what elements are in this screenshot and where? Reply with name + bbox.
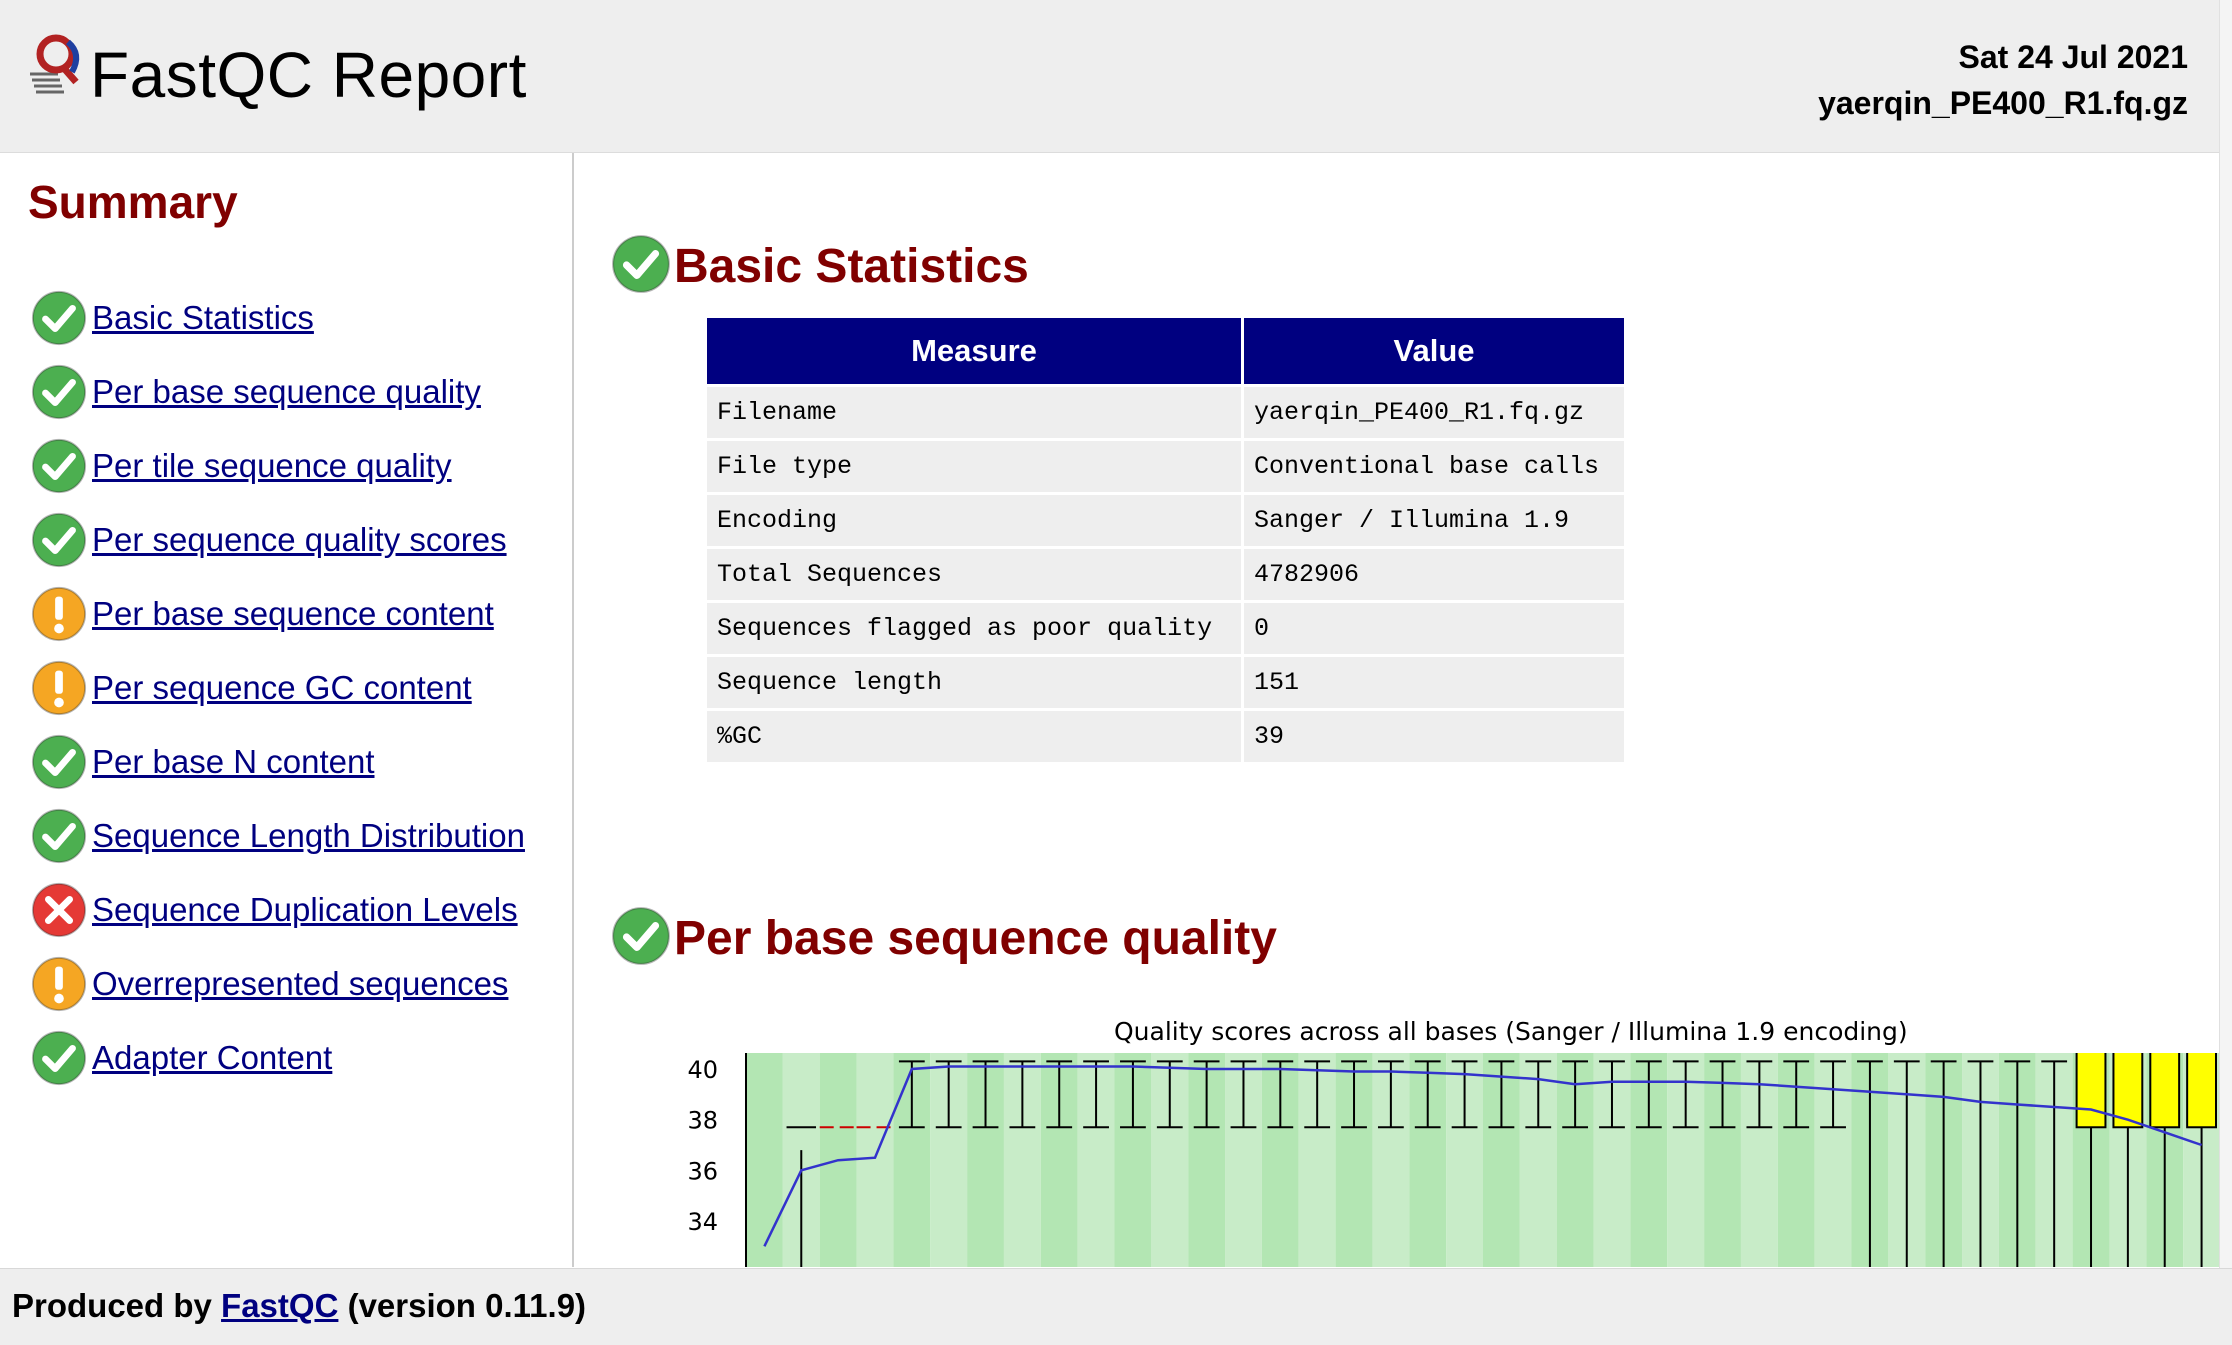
warn-icon — [30, 955, 88, 1013]
quality-box — [2149, 1053, 2181, 1129]
table-row: Sequence length 151 — [707, 657, 1624, 708]
warn-icon — [30, 659, 88, 717]
summary-item[interactable]: Adapter Content — [30, 1021, 525, 1095]
summary-item[interactable]: Sequence Duplication Levels — [30, 873, 525, 947]
y-tick-label: 36 — [687, 1157, 718, 1185]
quality-chart: 40 38 36 34 — [687, 1053, 2220, 1267]
summary-item[interactable]: Basic Statistics — [30, 281, 525, 355]
table-body: Filename yaerqin_PE400_R1.fq.gz File type C… — [707, 387, 1624, 762]
pass-icon — [610, 905, 672, 967]
pass-icon — [30, 437, 88, 495]
cell-measure: Filename — [707, 387, 1241, 438]
y-tick-label: 40 — [687, 1056, 718, 1084]
summary-link[interactable]: Per tile sequence quality — [92, 447, 452, 485]
summary-link[interactable]: Basic Statistics — [92, 299, 314, 337]
quality-zone-stripe — [746, 1053, 783, 1267]
pass-icon — [30, 289, 88, 347]
quality-box — [2186, 1053, 2218, 1129]
table-row: File type Conventional base calls — [707, 441, 1624, 492]
chart-title: Quality scores across all bases (Sanger … — [1114, 1017, 1908, 1046]
summary-item[interactable]: Sequence Length Distribution — [30, 799, 525, 873]
pass-icon — [30, 363, 88, 421]
summary-link[interactable]: Per base sequence quality — [92, 373, 481, 411]
footer-suffix: (version 0.11.9) — [338, 1287, 587, 1324]
summary-item[interactable]: Per base N content — [30, 725, 525, 799]
column-header-value: Value — [1244, 318, 1624, 384]
quality-box — [2075, 1053, 2107, 1129]
per-base-quality-heading: Per base sequence quality — [610, 905, 1277, 967]
summary-item[interactable]: Per sequence quality scores — [30, 503, 525, 577]
cell-measure: %GC — [707, 711, 1241, 762]
fastqc-logo-icon — [30, 34, 80, 94]
summary-link[interactable]: Per sequence quality scores — [92, 521, 507, 559]
report-meta: Sat 24 Jul 2021 yaerqin_PE400_R1.fq.gz — [1818, 34, 2188, 126]
cell-value: 39 — [1244, 711, 1624, 762]
warn-icon — [30, 585, 88, 643]
report-title: FastQC Report — [90, 39, 527, 111]
summary-link[interactable]: Sequence Duplication Levels — [92, 891, 518, 929]
table-header-row: Measure Value — [707, 318, 1624, 384]
summary-link[interactable]: Per sequence GC content — [92, 669, 472, 707]
summary-link[interactable]: Overrepresented sequences — [92, 965, 508, 1003]
table-row: Total Sequences 4782906 — [707, 549, 1624, 600]
summary-list: Basic Statistics Per base sequence qualit… — [30, 281, 525, 1095]
cell-value: Conventional base calls — [1244, 441, 1624, 492]
summary-item[interactable]: Per sequence GC content — [30, 651, 525, 725]
summary-item[interactable]: Overrepresented sequences — [30, 947, 525, 1021]
pass-icon — [30, 733, 88, 791]
cell-measure: File type — [707, 441, 1241, 492]
summary-title: Summary — [28, 176, 238, 228]
summary-sidebar: Summary Basic Statistics Per base sequenc… — [0, 153, 574, 1267]
summary-link[interactable]: Adapter Content — [92, 1039, 332, 1077]
cell-value: yaerqin_PE400_R1.fq.gz — [1244, 387, 1624, 438]
cell-value: 151 — [1244, 657, 1624, 708]
y-tick-label: 38 — [687, 1107, 718, 1135]
cell-value: 4782906 — [1244, 549, 1624, 600]
cell-value: Sanger / Illumina 1.9 — [1244, 495, 1624, 546]
report-filename: yaerqin_PE400_R1.fq.gz — [1818, 85, 2188, 121]
section-title: Per base sequence quality — [674, 912, 1277, 965]
report-date: Sat 24 Jul 2021 — [1958, 39, 2188, 75]
basic-statistics-heading: Basic Statistics — [610, 233, 1029, 295]
summary-link[interactable]: Sequence Length Distribution — [92, 817, 525, 855]
table-row: Sequences flagged as poor quality 0 — [707, 603, 1624, 654]
main-content: Basic Statistics Measure Value Filename y… — [574, 153, 2220, 1267]
vertical-scrollbar[interactable] — [2219, 0, 2232, 1268]
table-row: Filename yaerqin_PE400_R1.fq.gz — [707, 387, 1624, 438]
cell-measure: Sequence length — [707, 657, 1241, 708]
pass-icon — [30, 511, 88, 569]
fastqc-link[interactable]: FastQC — [221, 1287, 338, 1324]
table-row: Encoding Sanger / Illumina 1.9 — [707, 495, 1624, 546]
table-row: %GC 39 — [707, 711, 1624, 762]
y-tick-label: 34 — [687, 1208, 718, 1236]
footer: Produced by FastQC (version 0.11.9) — [0, 1268, 2232, 1345]
summary-link[interactable]: Per base sequence content — [92, 595, 494, 633]
cell-measure: Sequences flagged as poor quality — [707, 603, 1241, 654]
summary-link[interactable]: Per base N content — [92, 743, 375, 781]
summary-item[interactable]: Per base sequence quality — [30, 355, 525, 429]
pass-icon — [610, 233, 672, 295]
pass-icon — [30, 807, 88, 865]
quality-zone-stripe — [856, 1053, 894, 1267]
fail-icon — [30, 881, 88, 939]
summary-item[interactable]: Per tile sequence quality — [30, 429, 525, 503]
footer-prefix: Produced by — [12, 1287, 222, 1324]
cell-measure: Total Sequences — [707, 549, 1241, 600]
summary-item[interactable]: Per base sequence content — [30, 577, 525, 651]
report-header: FastQC Report Sat 24 Jul 2021 yaerqin_PE… — [0, 0, 2220, 153]
basic-statistics-table: Measure Value Filename yaerqin_PE400_R1.f… — [704, 315, 1627, 765]
cell-value: 0 — [1244, 603, 1624, 654]
section-title: Basic Statistics — [674, 240, 1029, 293]
footer-text: Produced by FastQC (version 0.11.9) — [12, 1287, 586, 1325]
column-header-measure: Measure — [707, 318, 1241, 384]
pass-icon — [30, 1029, 88, 1087]
cell-measure: Encoding — [707, 495, 1241, 546]
